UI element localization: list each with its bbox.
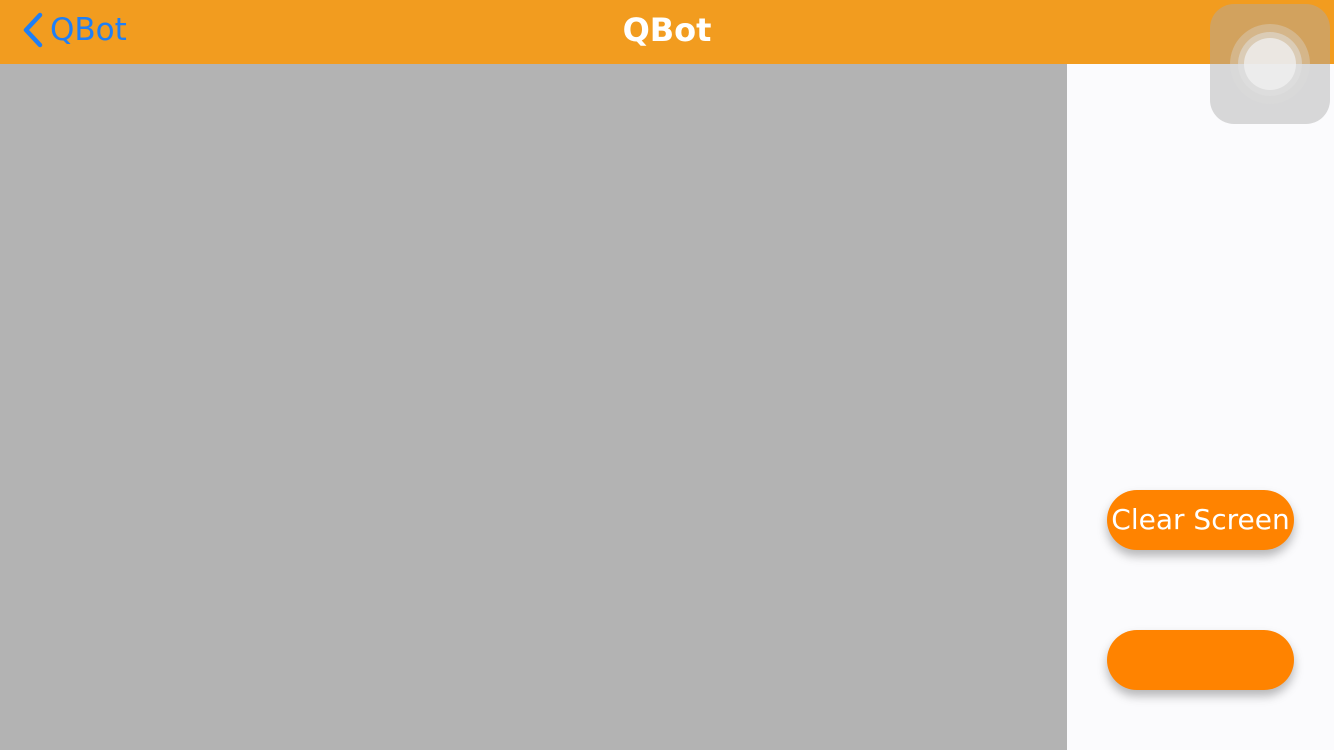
page-title: QBot <box>622 11 712 49</box>
assistive-touch-icon[interactable] <box>1210 4 1330 124</box>
action-button[interactable] <box>1107 630 1294 690</box>
clear-screen-button[interactable]: Clear Screen <box>1107 490 1294 550</box>
assistive-touch-inner-ring <box>1244 38 1296 90</box>
drawing-canvas[interactable] <box>0 64 1067 750</box>
navigation-bar: QBot QBot <box>0 0 1334 64</box>
